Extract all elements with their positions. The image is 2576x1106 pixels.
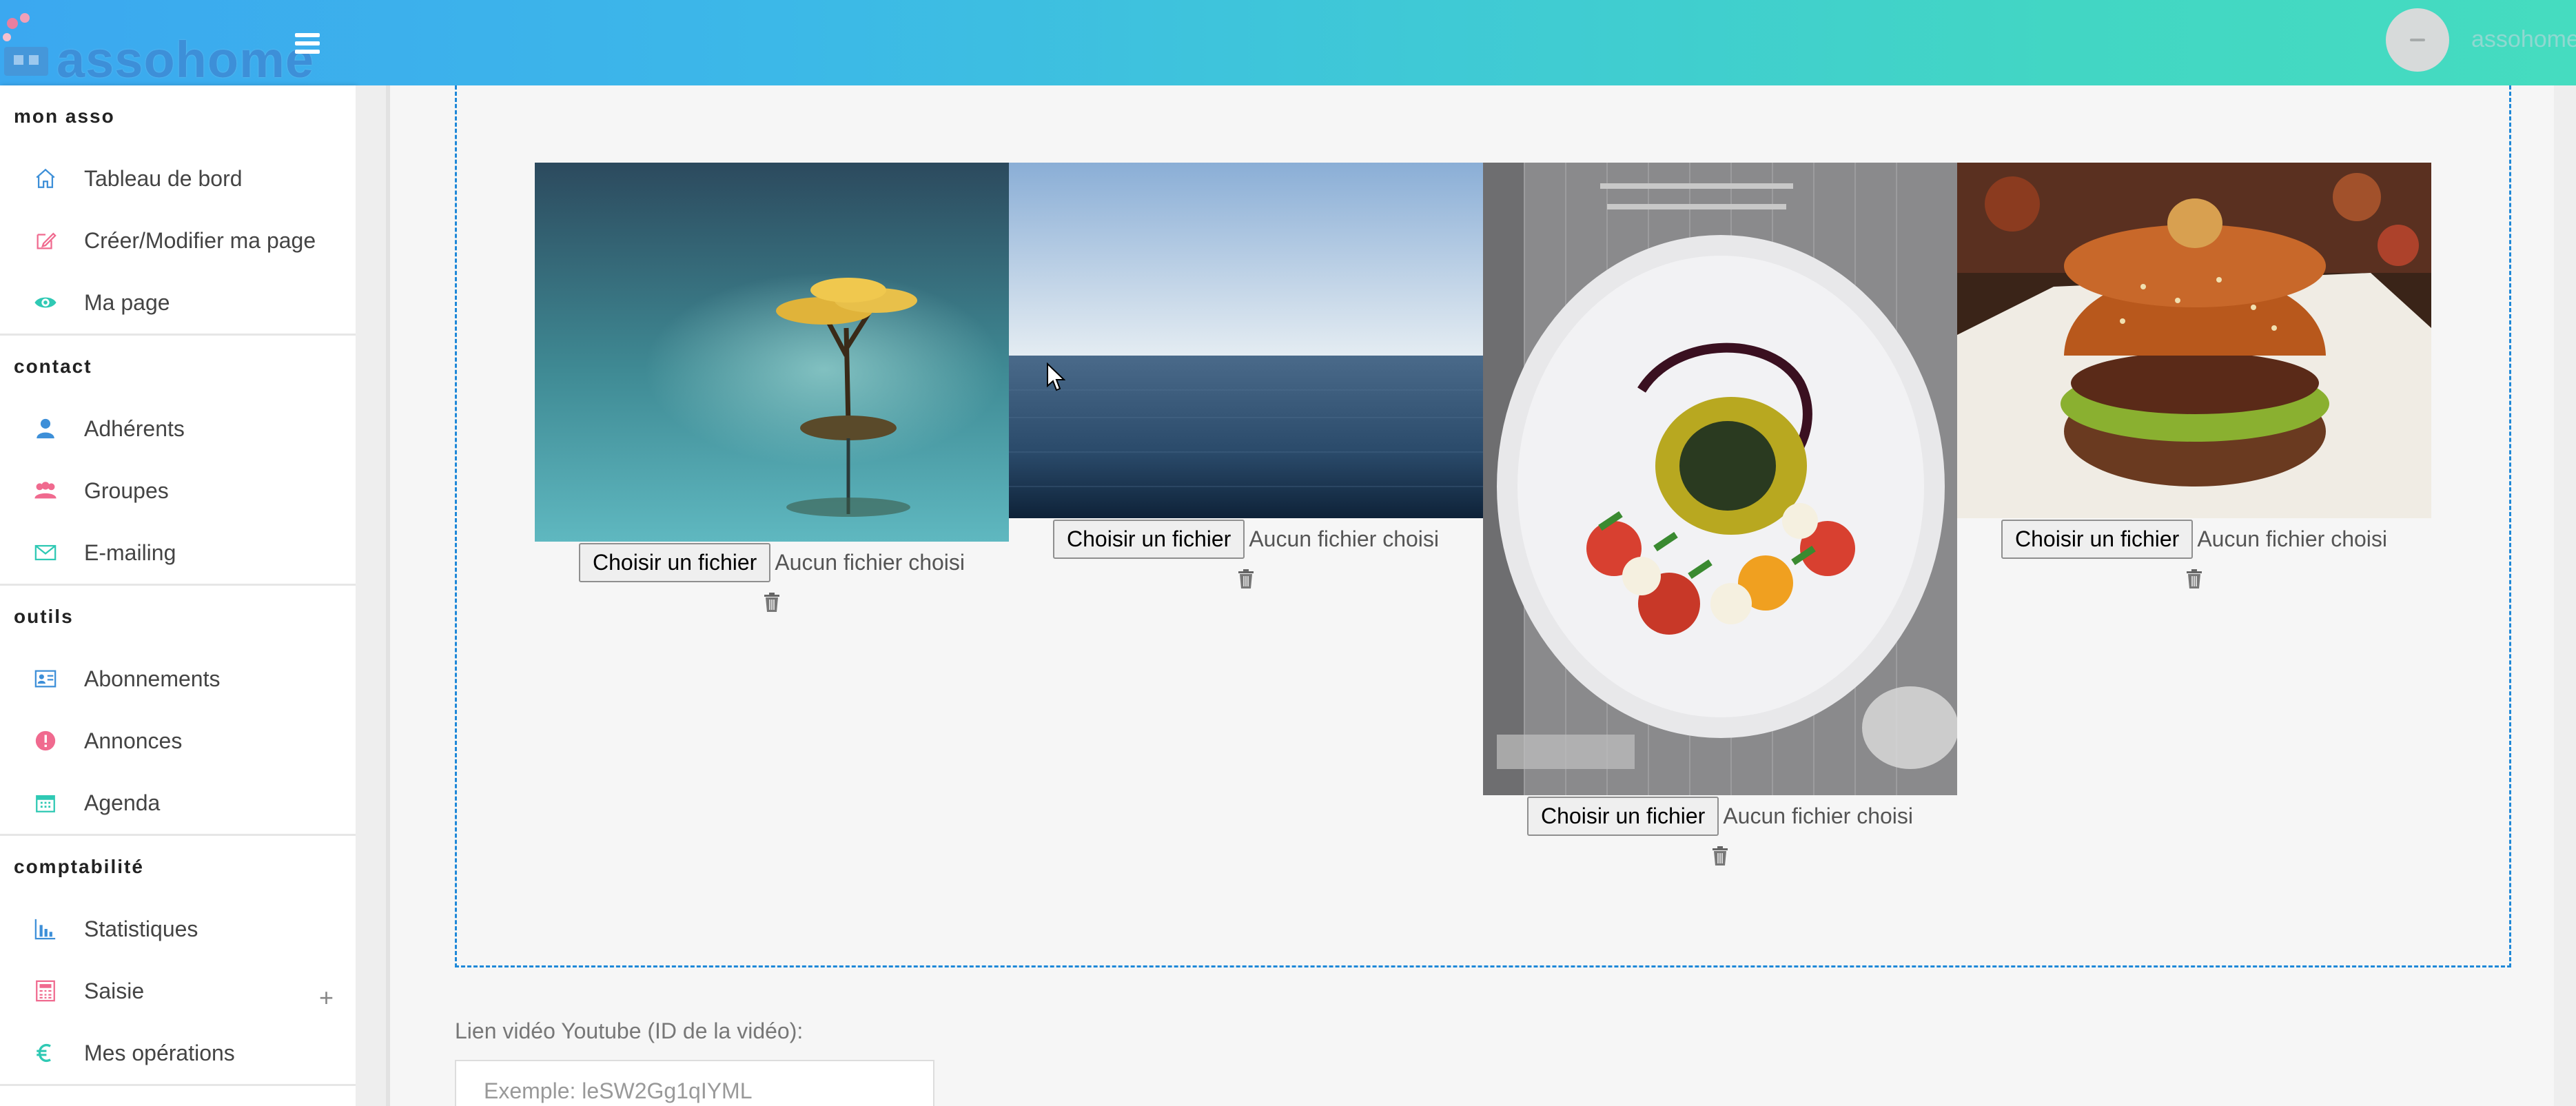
bar-chart-icon bbox=[33, 916, 58, 941]
sidebar-item-label: Groupes bbox=[84, 478, 169, 503]
sidebar-item-mes-operations[interactable]: Mes opérations bbox=[0, 1022, 356, 1084]
edit-icon bbox=[33, 228, 58, 253]
choose-file-button[interactable]: Choisir un fichier bbox=[579, 543, 771, 582]
alert-icon bbox=[33, 728, 58, 753]
sidebar-item-abonnements[interactable]: Abonnements bbox=[0, 648, 356, 710]
sidebar-item-saisie[interactable]: Saisie + bbox=[0, 960, 356, 1022]
home-icon bbox=[33, 166, 58, 191]
gallery-image-salad[interactable] bbox=[1483, 163, 1957, 795]
menu-toggle-icon[interactable] bbox=[295, 33, 320, 55]
sidebar-item-label: Abonnements bbox=[84, 666, 221, 691]
expand-plus-icon[interactable]: + bbox=[319, 983, 334, 1012]
file-upload-row: Choisir un fichier Aucun fichier choisi bbox=[1957, 520, 2431, 559]
no-file-chosen-text: Aucun fichier choisi bbox=[1249, 526, 1439, 551]
no-file-chosen-text: Aucun fichier choisi bbox=[775, 550, 965, 575]
sidebar-item-ma-page[interactable]: Ma page bbox=[0, 272, 356, 334]
sidebar-item-label: Annonces bbox=[84, 728, 183, 753]
choose-file-button[interactable]: Choisir un fichier bbox=[1527, 797, 1719, 836]
sidebar-section-comptabilite: comptabilité bbox=[14, 856, 144, 877]
user-icon bbox=[33, 416, 58, 441]
gallery-image-sea[interactable] bbox=[1009, 163, 1483, 518]
sidebar-item-label: Ma page bbox=[84, 289, 170, 315]
choose-file-button[interactable]: Choisir un fichier bbox=[2001, 520, 2194, 559]
file-upload-row: Choisir un fichier Aucun fichier choisi bbox=[535, 543, 1009, 582]
sidebar-item-label: Créer/Modifier ma page bbox=[84, 227, 316, 253]
sidebar-item-e-mailing[interactable]: E-mailing bbox=[0, 522, 356, 584]
calendar-icon bbox=[33, 790, 58, 815]
sidebar-item-label: Adhérents bbox=[84, 416, 185, 441]
gallery-item: Choisir un fichier Aucun fichier choisi bbox=[1009, 163, 1483, 589]
user-name[interactable]: assohome bbox=[2471, 26, 2576, 53]
gallery-item: Choisir un fichier Aucun fichier choisi bbox=[1483, 163, 1957, 866]
logo-flowers-icon bbox=[3, 13, 48, 76]
sidebar-scroll-gutter bbox=[356, 85, 390, 1106]
no-file-chosen-text: Aucun fichier choisi bbox=[1723, 803, 1913, 828]
sidebar-item-label: Mes opérations bbox=[84, 1040, 235, 1065]
euro-icon bbox=[33, 1041, 58, 1065]
gallery-item: Choisir un fichier Aucun fichier choisi bbox=[535, 163, 1009, 613]
assohome-logo[interactable]: assohome bbox=[0, 7, 314, 88]
id-card-icon bbox=[33, 666, 58, 691]
sidebar-section-mon-asso: mon asso bbox=[14, 105, 115, 127]
sidebar: mon asso Tableau de bord Créer/Modifier … bbox=[0, 85, 356, 1106]
sidebar-item-label: Saisie bbox=[84, 978, 145, 1003]
sidebar-section-contact: contact bbox=[14, 356, 92, 377]
user-avatar[interactable] bbox=[2386, 8, 2449, 72]
sidebar-item-label: E-mailing bbox=[84, 540, 176, 565]
trash-icon[interactable] bbox=[1711, 846, 1729, 866]
logo-text: assohome bbox=[57, 31, 315, 88]
sidebar-item-statistiques[interactable]: Statistiques bbox=[0, 898, 356, 960]
no-file-chosen-text: Aucun fichier choisi bbox=[2197, 526, 2387, 551]
sidebar-item-agenda[interactable]: Agenda bbox=[0, 772, 356, 834]
youtube-video-id-input[interactable] bbox=[455, 1060, 934, 1106]
choose-file-button[interactable]: Choisir un fichier bbox=[1053, 520, 1245, 559]
top-navbar: assohome assohome bbox=[0, 0, 2576, 88]
sidebar-item-label: Statistiques bbox=[84, 916, 198, 941]
gallery-image-burger[interactable] bbox=[1957, 163, 2431, 518]
gallery-item: Choisir un fichier Aucun fichier choisi bbox=[1957, 163, 2431, 589]
sidebar-item-label: Tableau de bord bbox=[84, 165, 243, 191]
sidebar-item-groupes[interactable]: Groupes bbox=[0, 460, 356, 522]
sidebar-item-annonces[interactable]: Annonces bbox=[0, 710, 356, 772]
trash-icon[interactable] bbox=[763, 592, 781, 613]
file-upload-row: Choisir un fichier Aucun fichier choisi bbox=[1483, 797, 1957, 836]
youtube-video-label: Lien vidéo Youtube (ID de la vidéo): bbox=[455, 1018, 804, 1043]
mouse-cursor-icon bbox=[1047, 362, 1065, 391]
gallery-image-tree[interactable] bbox=[535, 163, 1009, 542]
sidebar-item-creer-modifier-ma-page[interactable]: Créer/Modifier ma page bbox=[0, 209, 356, 272]
sidebar-item-adherents[interactable]: Adhérents bbox=[0, 398, 356, 460]
trash-icon[interactable] bbox=[2185, 569, 2203, 589]
users-icon bbox=[33, 478, 58, 503]
sidebar-section-outils: outils bbox=[14, 606, 74, 627]
sidebar-divider bbox=[0, 1084, 356, 1086]
trash-icon[interactable] bbox=[1237, 569, 1255, 589]
eye-icon bbox=[33, 290, 58, 315]
sidebar-item-label: Agenda bbox=[84, 790, 161, 815]
calculator-icon bbox=[33, 979, 58, 1003]
file-upload-row: Choisir un fichier Aucun fichier choisi bbox=[1009, 520, 1483, 559]
sidebar-item-tableau-de-bord[interactable]: Tableau de bord bbox=[0, 147, 356, 209]
envelope-icon bbox=[33, 540, 58, 565]
